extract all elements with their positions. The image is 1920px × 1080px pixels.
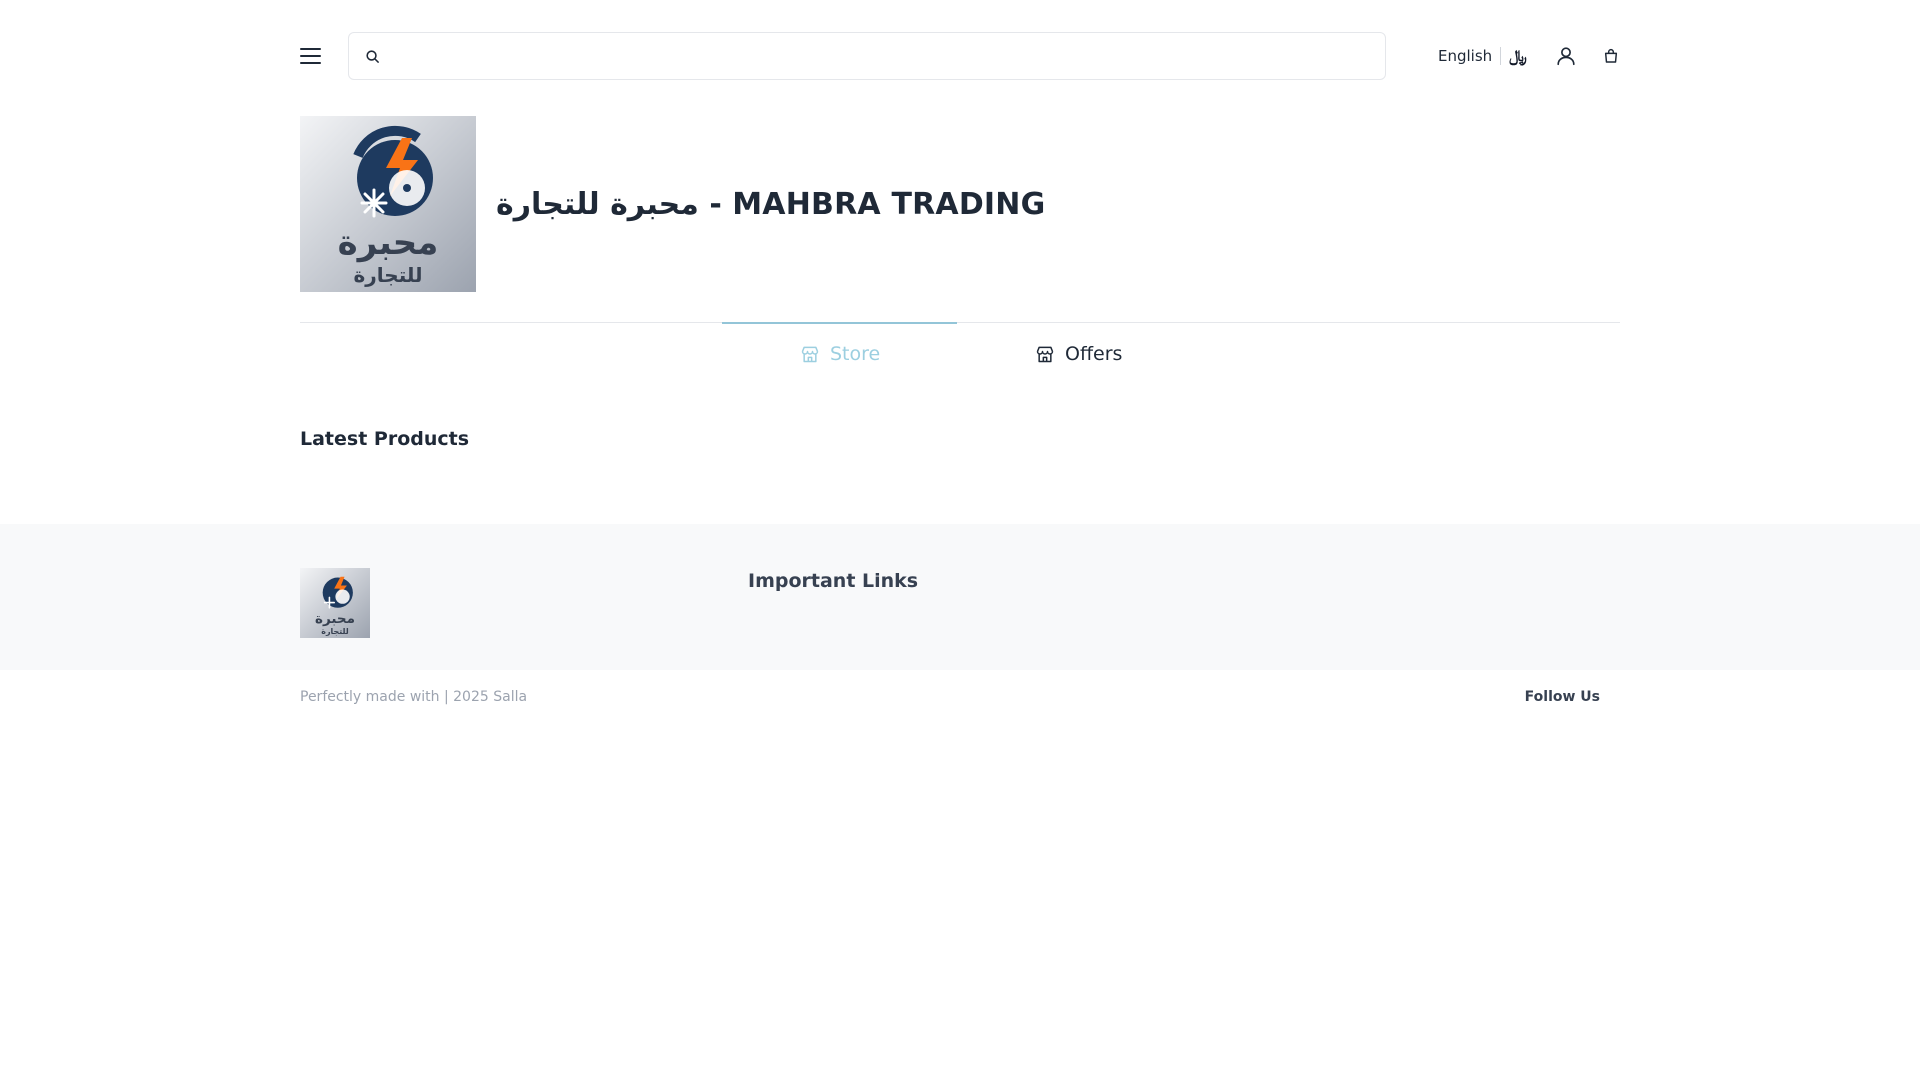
svg-text:محبرة: محبرة [338,223,439,263]
shopping-bag-icon[interactable] [1603,47,1619,65]
svg-text:للتجارة: للتجارة [353,263,422,287]
important-links-title: Important Links [748,570,919,592]
store-icon [1036,346,1054,363]
store-icon [801,346,819,363]
footer-logo[interactable]: محبرة للتجارة [300,568,370,638]
svg-text:محبرة: محبرة [315,611,355,627]
divider [1500,47,1502,65]
language-switcher[interactable]: English [1438,47,1492,65]
store-name: محبرة للتجارة - MAHBRA TRADING [496,186,1046,222]
currency-switcher[interactable]: ﷼ [1509,46,1527,66]
tab-store[interactable]: Store [800,341,880,367]
store-info: محبرة للتجارة محبرة للتجارة - MAHBRA TRA… [300,116,1620,292]
svg-text:للتجارة: للتجارة [321,627,348,636]
copyright-text: Perfectly made with | 2025 Salla [300,689,528,705]
footer-bottom-bar: Perfectly made with | 2025 Salla Follow … [300,686,1620,708]
store-logo: محبرة للتجارة [300,116,476,292]
search-icon [366,49,379,63]
tab-offers[interactable]: Offers [1035,341,1122,367]
latest-products-title: Latest Products [300,428,470,450]
active-tab-indicator [722,322,957,324]
header-actions: English ﷼ [1438,32,1619,80]
hamburger-menu-icon[interactable] [300,44,324,68]
footer: محبرة للتجارة Important Links [0,524,1920,670]
tab-offers-label: Offers [1065,343,1123,365]
tab-store-label: Store [830,343,881,365]
user-icon[interactable] [1555,45,1577,67]
follow-us-label: Follow Us [1524,689,1600,705]
store-tabs: Store Offers [300,322,1620,382]
site-header: English ﷼ [300,32,1620,80]
search-input[interactable] [380,33,1385,79]
search-bar[interactable] [348,32,1386,80]
